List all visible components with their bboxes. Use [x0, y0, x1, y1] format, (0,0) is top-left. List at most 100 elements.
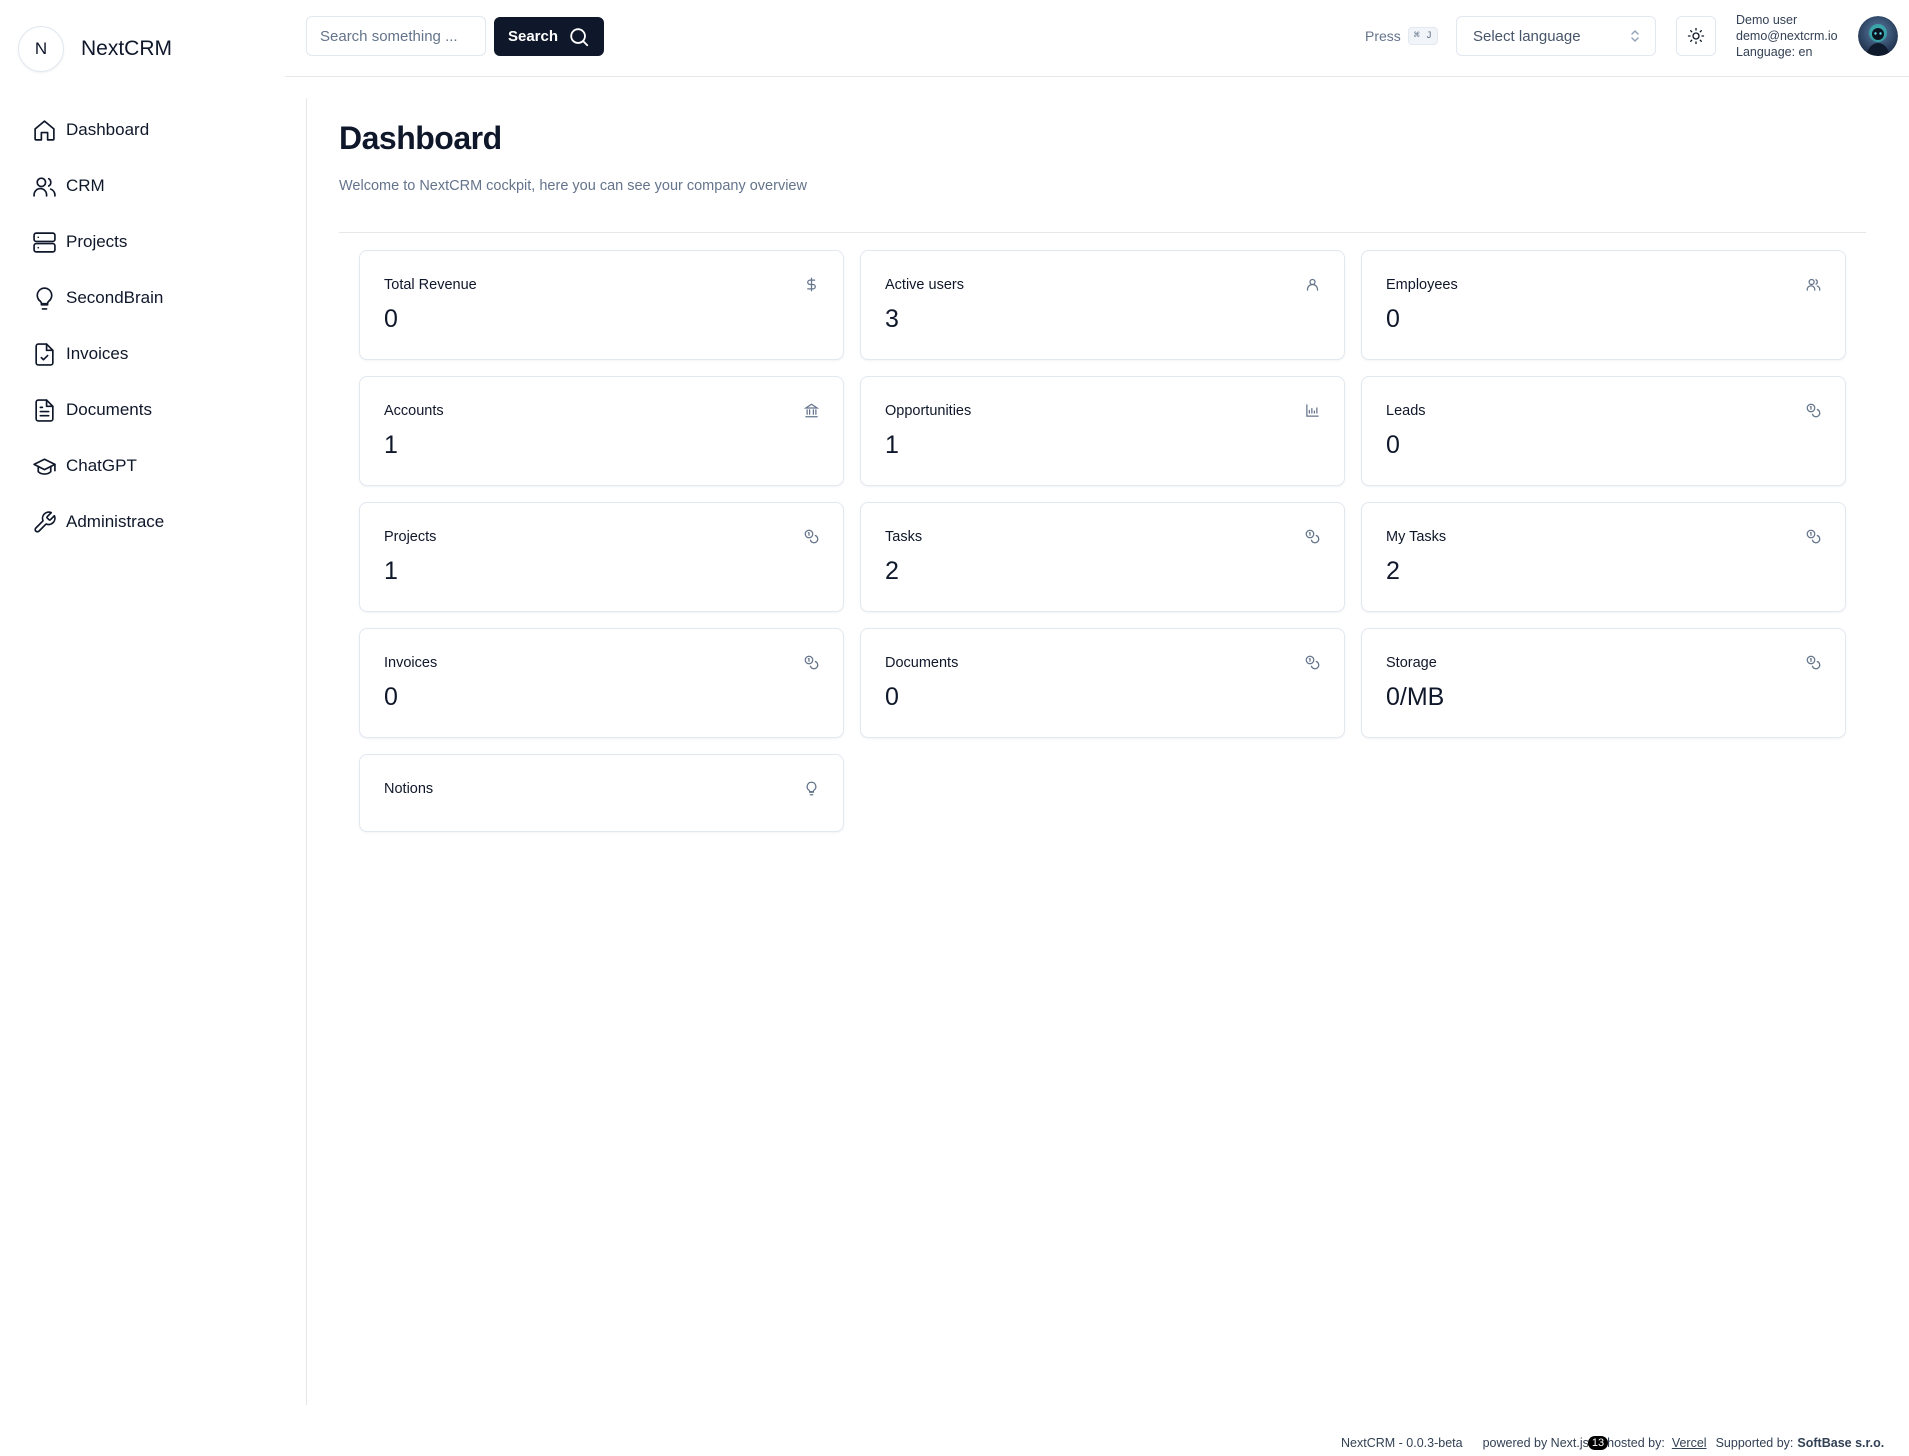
- card-total-revenue[interactable]: Total Revenue 0: [359, 250, 844, 360]
- sidebar-item-administrace[interactable]: Administrace: [32, 494, 164, 550]
- sidebar-nav: Dashboard CRM Projects SecondBrain Invoi…: [32, 102, 164, 550]
- sidebar-item-projects[interactable]: Projects: [32, 214, 164, 270]
- next-version-badge: 13: [1587, 1436, 1609, 1450]
- card-value: 2: [885, 557, 899, 585]
- card-title: Opportunities: [885, 403, 972, 419]
- press-label: Press: [1365, 28, 1401, 44]
- topbar: Search Press ⌘ J Select language Demo us…: [285, 0, 1909, 77]
- server-icon: [32, 230, 57, 255]
- language-select[interactable]: Select language: [1456, 16, 1656, 56]
- card-documents[interactable]: Documents 0: [860, 628, 1345, 738]
- search-button[interactable]: Search: [494, 17, 604, 56]
- shortcut-kbd: ⌘ J: [1407, 27, 1438, 45]
- card-value: 1: [384, 557, 398, 585]
- card-title: Employees: [1386, 277, 1458, 293]
- brand-name: NextCRM: [81, 37, 173, 60]
- sidebar-item-secondbrain[interactable]: SecondBrain: [32, 270, 164, 326]
- search-button-label: Search: [507, 28, 559, 45]
- card-title: Notions: [384, 781, 434, 797]
- lightbulb-icon: [32, 286, 57, 311]
- user-info: Demo user demo@nextcrm.io Language: en: [1736, 12, 1838, 60]
- vercel-link[interactable]: Vercel: [1672, 1436, 1707, 1450]
- card-value: 0: [885, 683, 899, 711]
- avatar[interactable]: [1858, 16, 1898, 56]
- card-value: 2: [1386, 557, 1400, 585]
- card-notions[interactable]: Notions: [359, 754, 844, 832]
- card-accounts[interactable]: Accounts 1: [359, 376, 844, 486]
- card-value: 0: [384, 683, 398, 711]
- sidebar-item-invoices[interactable]: Invoices: [32, 326, 164, 382]
- card-value: 0: [1386, 305, 1400, 333]
- card-storage[interactable]: Storage 0/MB: [1361, 628, 1846, 738]
- card-value: 0: [384, 305, 398, 333]
- coins-icon: [804, 529, 819, 544]
- card-my-tasks[interactable]: My Tasks 2: [1361, 502, 1846, 612]
- content-divider: [306, 98, 307, 1405]
- users-icon: [1806, 277, 1821, 292]
- card-title: Tasks: [885, 529, 923, 545]
- card-title: My Tasks: [1386, 529, 1447, 545]
- landmark-icon: [804, 403, 819, 418]
- card-title: Documents: [885, 655, 959, 671]
- sidebar-item-label: SecondBrain: [66, 288, 164, 307]
- coins-icon: [1806, 529, 1821, 544]
- card-value: 3: [885, 305, 899, 333]
- sidebar-item-label: CRM: [66, 176, 105, 195]
- coins-icon: [1305, 529, 1320, 544]
- sidebar-item-label: Dashboard: [66, 120, 150, 139]
- brand-logo[interactable]: N: [18, 26, 64, 72]
- sidebar-item-chatgpt[interactable]: ChatGPT: [32, 438, 164, 494]
- sidebar-item-label: Administrace: [66, 512, 165, 531]
- page-description: Welcome to NextCRM cockpit, here you can…: [339, 178, 807, 194]
- card-tasks[interactable]: Tasks 2: [860, 502, 1345, 612]
- chevrons-up-down-icon: [1629, 28, 1641, 44]
- coins-icon: [1305, 655, 1320, 670]
- user-language: Language: en: [1736, 45, 1813, 59]
- file-text-icon: [32, 398, 57, 423]
- card-active-users[interactable]: Active users 3: [860, 250, 1345, 360]
- user-icon: [1305, 277, 1320, 292]
- stats-grid: Total Revenue 0 Active users 3 Employees…: [359, 250, 1846, 832]
- graduation-cap-icon: [32, 454, 57, 479]
- sidebar-item-crm[interactable]: CRM: [32, 158, 164, 214]
- card-invoices[interactable]: Invoices 0: [359, 628, 844, 738]
- chart-icon: [1305, 403, 1320, 418]
- card-title: Projects: [384, 529, 437, 545]
- dollar-sign-icon: [804, 277, 819, 292]
- card-value: 0/MB: [1386, 683, 1445, 711]
- brand[interactable]: N NextCRM: [18, 26, 172, 72]
- sun-icon: [1687, 27, 1705, 45]
- command-shortcut-hint: Press ⌘ J: [1365, 27, 1438, 45]
- supporter-link[interactable]: SoftBase s.r.o.: [1797, 1436, 1884, 1450]
- sidebar-item-label: Projects: [66, 232, 128, 251]
- hosted-by-label: hosted by:: [1607, 1436, 1665, 1450]
- header-divider: [339, 232, 1866, 233]
- user-email: demo@nextcrm.io: [1736, 29, 1838, 43]
- card-projects[interactable]: Projects 1: [359, 502, 844, 612]
- card-title: Total Revenue: [384, 277, 477, 293]
- theme-toggle-button[interactable]: [1676, 16, 1716, 56]
- sidebar-item-label: ChatGPT: [66, 456, 137, 475]
- coins-icon: [1806, 403, 1821, 418]
- home-icon: [32, 118, 57, 143]
- supported-by-label: Supported by:: [1715, 1436, 1794, 1450]
- card-leads[interactable]: Leads 0: [1361, 376, 1846, 486]
- app-version: NextCRM - 0.0.3-beta: [1341, 1436, 1463, 1450]
- coins-icon: [1806, 655, 1821, 670]
- card-value: 1: [384, 431, 398, 459]
- language-select-label: Select language: [1473, 27, 1581, 45]
- sidebar-item-documents[interactable]: Documents: [32, 382, 164, 438]
- sidebar-item-label: Invoices: [66, 344, 129, 363]
- card-opportunities[interactable]: Opportunities 1: [860, 376, 1345, 486]
- card-title: Invoices: [384, 655, 438, 671]
- card-title: Active users: [885, 277, 964, 293]
- footer: NextCRM - 0.0.3-beta powered by Next.js …: [1341, 1436, 1884, 1450]
- wrench-icon: [32, 510, 57, 535]
- search-icon: [568, 26, 590, 48]
- powered-by: powered by Next.js: [1482, 1436, 1589, 1450]
- search-input[interactable]: [306, 16, 486, 56]
- card-employees[interactable]: Employees 0: [1361, 250, 1846, 360]
- page-title: Dashboard: [339, 120, 502, 156]
- file-check-icon: [32, 342, 57, 367]
- sidebar-item-dashboard[interactable]: Dashboard: [32, 102, 164, 158]
